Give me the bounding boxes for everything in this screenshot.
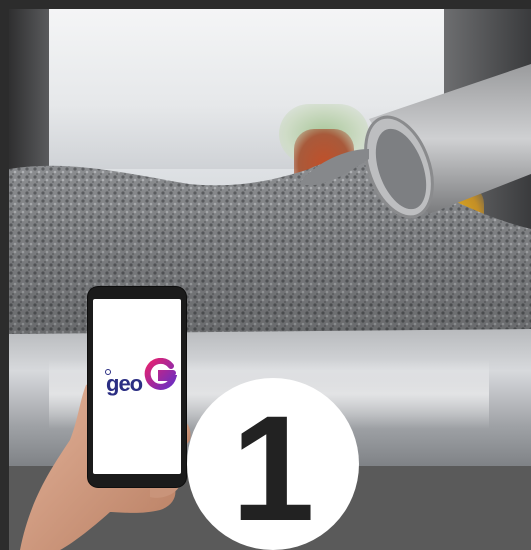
geog-logo: geo xyxy=(93,299,181,474)
logo-text: geo xyxy=(106,371,143,396)
step-number-badge: 1 xyxy=(187,378,359,550)
step-number: 1 xyxy=(231,384,315,550)
logo-g-icon xyxy=(144,358,177,390)
smartphone: geo xyxy=(88,287,186,487)
phone-screen: geo xyxy=(93,299,181,474)
hero-banner: geo 1 xyxy=(0,0,531,550)
